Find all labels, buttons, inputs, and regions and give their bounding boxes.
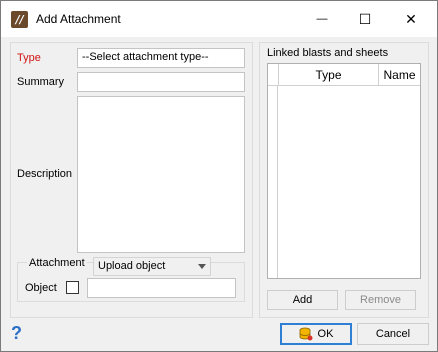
linked-items-grid[interactable]: Type Name — [267, 63, 421, 279]
maximize-button[interactable]: ☐ — [342, 1, 388, 37]
linked-blasts-title: Linked blasts and sheets — [267, 47, 389, 59]
description-label: Description — [17, 168, 73, 180]
description-textarea[interactable] — [77, 96, 245, 253]
add-attachment-dialog: // Add Attachment — ☐ ✕ Type --Select at… — [0, 0, 438, 352]
summary-input[interactable] — [77, 72, 245, 92]
chevron-down-icon — [198, 264, 206, 269]
type-select[interactable]: --Select attachment type-- — [77, 48, 245, 68]
object-input[interactable] — [87, 278, 236, 298]
ok-label: OK — [317, 328, 334, 340]
maximize-icon: ☐ — [358, 10, 372, 27]
type-label: Type — [17, 52, 41, 64]
column-header-type[interactable]: Type — [279, 64, 379, 86]
column-header-name[interactable]: Name — [379, 64, 420, 86]
attachment-label: Attachment — [27, 257, 87, 269]
close-icon: ✕ — [405, 10, 417, 27]
attachment-mode-dropdown[interactable]: Upload object — [93, 257, 211, 276]
grid-header: Type Name — [268, 64, 420, 86]
minimize-icon: — — [316, 13, 328, 25]
object-checkbox[interactable] — [66, 281, 79, 294]
grid-corner — [268, 64, 279, 86]
minimize-button[interactable]: — — [299, 1, 345, 37]
remove-button[interactable]: Remove — [345, 290, 416, 310]
add-button[interactable]: Add — [267, 290, 338, 310]
database-icon — [299, 327, 313, 341]
dialog-body: Type --Select attachment type-- Summary … — [1, 37, 437, 351]
ok-button[interactable]: OK — [280, 323, 352, 345]
title-bar: // Add Attachment — ☐ ✕ — [1, 1, 437, 37]
app-logo-icon: // — [11, 11, 28, 28]
attachment-group: Attachment Upload object Object — [17, 257, 245, 302]
close-button[interactable]: ✕ — [388, 1, 434, 37]
grid-row-header — [268, 86, 278, 278]
help-icon[interactable]: ? — [11, 323, 22, 344]
cancel-button[interactable]: Cancel — [357, 323, 429, 345]
window-title: Add Attachment — [36, 12, 121, 26]
object-label: Object — [25, 282, 57, 294]
attachment-mode-value: Upload object — [98, 260, 166, 272]
summary-label: Summary — [17, 76, 65, 88]
linked-blasts-group: Linked blasts and sheets Type Name Add R… — [259, 42, 429, 318]
